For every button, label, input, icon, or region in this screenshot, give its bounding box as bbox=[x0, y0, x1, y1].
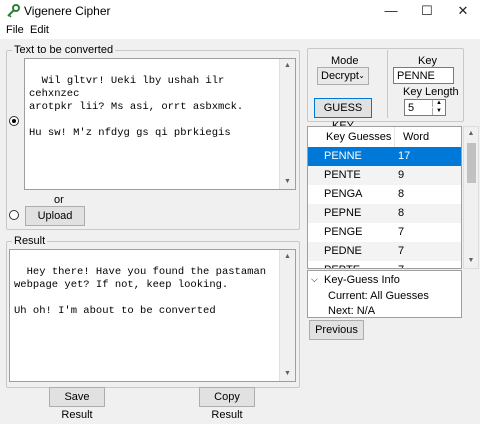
table-row[interactable]: PEPTE 7 bbox=[308, 261, 461, 268]
input-scrollbar[interactable]: ▲ ▼ bbox=[279, 59, 295, 189]
mode-label: Mode bbox=[331, 55, 359, 67]
key-length-stepper[interactable]: 5 ▲ ▼ bbox=[404, 99, 446, 116]
text-input-radio[interactable] bbox=[9, 116, 19, 126]
result-text: Hey there! Have you found the pastaman w… bbox=[14, 266, 267, 317]
title-bar: Vigenere Cipher — ☐ ✕ bbox=[0, 0, 480, 22]
header-divider bbox=[394, 127, 395, 147]
word-count-cell: 8 bbox=[398, 207, 405, 219]
scroll-up-icon[interactable]: ▲ bbox=[280, 59, 295, 73]
copy-result-button[interactable]: Copy Result bbox=[199, 387, 255, 421]
key-guess-cell: PENTE bbox=[324, 169, 361, 181]
key-guess-cell: PEPTE bbox=[324, 261, 360, 268]
mode-select[interactable]: Decrypt ⌄ bbox=[317, 67, 369, 85]
info-title: Key-Guess Info bbox=[324, 274, 400, 286]
result-group-label: Result bbox=[12, 235, 48, 247]
column-header-word-count[interactable]: Word Count bbox=[403, 127, 461, 163]
key-length-value: 5 bbox=[408, 102, 415, 114]
previous-button[interactable]: Previous bbox=[309, 320, 364, 340]
key-guess-cell: PENGE bbox=[324, 226, 363, 238]
word-count-cell: 9 bbox=[398, 169, 405, 181]
key-icon bbox=[7, 4, 20, 18]
key-length-label: Key Length bbox=[403, 86, 459, 98]
maximize-button[interactable]: ☐ bbox=[410, 0, 444, 22]
file-upload-radio[interactable] bbox=[9, 210, 19, 220]
result-textarea[interactable]: Hey there! Have you found the pastaman w… bbox=[9, 249, 296, 382]
key-label: Key bbox=[418, 55, 437, 67]
scroll-down-icon[interactable]: ▼ bbox=[464, 254, 478, 268]
chevron-down-icon: ⌄ bbox=[358, 71, 365, 80]
table-row[interactable]: PENGA 8 bbox=[308, 185, 461, 204]
upload-button[interactable]: Upload bbox=[25, 206, 85, 226]
controls-divider bbox=[387, 50, 388, 118]
scroll-down-icon[interactable]: ▼ bbox=[280, 367, 295, 381]
scroll-down-icon[interactable]: ▼ bbox=[280, 175, 295, 189]
scroll-up-icon[interactable]: ▲ bbox=[280, 250, 295, 264]
close-button[interactable]: ✕ bbox=[446, 0, 480, 22]
word-count-cell: 8 bbox=[398, 188, 405, 200]
word-count-cell: 17 bbox=[398, 150, 411, 162]
menu-file[interactable]: File bbox=[6, 24, 24, 36]
input-text: Wil gltvr! Ueki lby ushah ilr cehxnzec a… bbox=[29, 75, 244, 139]
window-title: Vigenere Cipher bbox=[24, 4, 111, 18]
stepper-down-icon[interactable]: ▼ bbox=[432, 108, 445, 115]
info-current: Current: All Guesses bbox=[328, 290, 429, 302]
stepper-up-icon[interactable]: ▲ bbox=[432, 100, 445, 107]
chevron-down-icon[interactable]: ⌵ bbox=[311, 274, 318, 285]
scrollbar-thumb[interactable] bbox=[467, 143, 476, 183]
input-group-label: Text to be converted bbox=[12, 44, 116, 56]
minimize-button[interactable]: — bbox=[374, 0, 408, 22]
table-row[interactable]: PENGE 7 bbox=[308, 223, 461, 242]
word-count-cell: 7 bbox=[398, 261, 404, 268]
table-row[interactable]: PEDNE 7 bbox=[308, 242, 461, 261]
key-guesses-table: Key Guesses Word Count PENNE 17 PENTE 9 PENG… bbox=[307, 126, 462, 269]
key-guess-cell: PENGA bbox=[324, 188, 363, 200]
key-guess-cell: PENNE bbox=[324, 150, 362, 162]
key-guess-cell: PEPNE bbox=[324, 207, 362, 219]
info-next: Next: N/A bbox=[328, 305, 376, 317]
key-guess-cell: PEDNE bbox=[324, 245, 362, 257]
key-input[interactable]: PENNE bbox=[393, 67, 454, 84]
key-value: PENNE bbox=[397, 70, 435, 82]
save-result-button[interactable]: Save Result bbox=[49, 387, 105, 421]
table-row[interactable]: PENTE 9 bbox=[308, 166, 461, 185]
table-scrollbar[interactable]: ▲ ▼ bbox=[463, 126, 479, 269]
scroll-up-icon[interactable]: ▲ bbox=[464, 127, 478, 141]
guess-key-button[interactable]: GUESS KEY bbox=[314, 98, 372, 132]
mode-value: Decrypt bbox=[321, 70, 359, 82]
or-label: or bbox=[54, 194, 64, 206]
column-header-key-guesses[interactable]: Key Guesses bbox=[326, 127, 391, 147]
result-scrollbar[interactable]: ▲ ▼ bbox=[279, 250, 295, 381]
menu-edit[interactable]: Edit bbox=[30, 24, 49, 36]
key-guess-info-panel: ⌵ Key-Guess Info Current: All Guesses Ne… bbox=[307, 270, 462, 318]
table-row[interactable]: PENNE 17 bbox=[308, 147, 461, 166]
table-row[interactable]: PEPNE 8 bbox=[308, 204, 461, 223]
menu-bar: File Edit bbox=[0, 22, 480, 39]
word-count-cell: 7 bbox=[398, 226, 405, 238]
word-count-cell: 7 bbox=[398, 245, 405, 257]
input-textarea[interactable]: Wil gltvr! Ueki lby ushah ilr cehxnzec a… bbox=[24, 58, 296, 190]
